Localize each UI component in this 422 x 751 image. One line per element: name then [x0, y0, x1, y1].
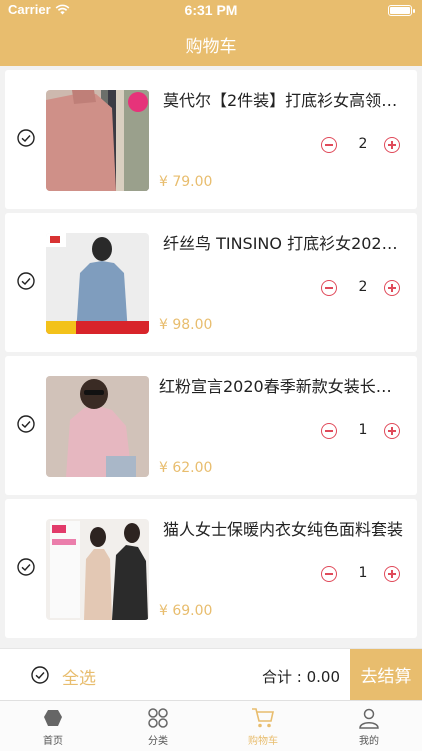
- increase-button[interactable]: [384, 423, 400, 439]
- cart-item: 莫代尔【2件装】打底衫女高领长袖 2 ¥ 79.00: [5, 70, 417, 209]
- product-image[interactable]: [46, 233, 149, 334]
- quantity-value: 2: [358, 279, 368, 295]
- increase-button[interactable]: [384, 280, 400, 296]
- product-name[interactable]: 猫人女士保暖内衣女纯色面料套装: [163, 519, 403, 541]
- select-all-check-icon[interactable]: [31, 666, 49, 684]
- decrease-button[interactable]: [321, 280, 337, 296]
- person-icon: [359, 708, 379, 729]
- cart-item: 纤丝鸟 TINSINO 打底衫女2020新款 2 ¥ 98.00: [5, 213, 417, 352]
- tab-label: 购物车: [248, 736, 278, 747]
- checkout-bar: 全选 合计 : 0.00 去结算: [0, 648, 422, 700]
- select-all-button[interactable]: 全选: [62, 664, 96, 689]
- status-bar: Carrier 6:31 PM: [0, 0, 422, 22]
- tab-home[interactable]: 首页: [13, 707, 93, 747]
- product-image[interactable]: [46, 90, 149, 191]
- quantity-stepper: 2: [321, 136, 401, 155]
- quantity-stepper: 1: [321, 422, 401, 441]
- tab-cart[interactable]: 购物车: [223, 707, 303, 747]
- item-check-icon[interactable]: [17, 558, 35, 576]
- tab-category[interactable]: 分类: [118, 707, 198, 747]
- product-name[interactable]: 莫代尔【2件装】打底衫女高领长袖: [163, 90, 403, 112]
- product-name[interactable]: 纤丝鸟 TINSINO 打底衫女2020新款: [163, 233, 403, 255]
- category-grid-icon: [148, 708, 168, 728]
- product-price: ¥ 62.00: [159, 460, 213, 476]
- product-name[interactable]: 红粉宣言2020春季新款女装长袖T恤: [159, 376, 399, 398]
- cart-item: 红粉宣言2020春季新款女装长袖T恤 1 ¥ 62.00: [5, 356, 417, 495]
- tab-profile[interactable]: 我的: [329, 707, 409, 747]
- quantity-value: 1: [358, 422, 368, 438]
- quantity-value: 2: [358, 136, 368, 152]
- checkout-button[interactable]: 去结算: [350, 649, 422, 700]
- quantity-value: 1: [358, 565, 368, 581]
- page-title: 购物车: [185, 37, 237, 57]
- quantity-stepper: 1: [321, 565, 401, 584]
- product-price: ¥ 79.00: [159, 174, 213, 190]
- tab-label: 首页: [43, 736, 63, 747]
- status-time: 6:31 PM: [184, 2, 238, 18]
- battery-icon: [388, 5, 415, 16]
- quantity-stepper: 2: [321, 279, 401, 298]
- decrease-button[interactable]: [321, 566, 337, 582]
- cart-item: 猫人女士保暖内衣女纯色面料套装 1 ¥ 69.00: [5, 499, 417, 638]
- total-amount: 合计 : 0.00: [262, 668, 340, 686]
- tab-label: 我的: [359, 736, 379, 747]
- tab-bar: 首页 分类 购物车 我的: [0, 700, 422, 751]
- product-image[interactable]: [46, 519, 149, 620]
- increase-button[interactable]: [384, 137, 400, 153]
- home-icon: [44, 710, 62, 726]
- item-check-icon[interactable]: [17, 415, 35, 433]
- app-header: Carrier 6:31 PM 购物车: [0, 0, 422, 66]
- decrease-button[interactable]: [321, 423, 337, 439]
- decrease-button[interactable]: [321, 137, 337, 153]
- increase-button[interactable]: [384, 566, 400, 582]
- cart-icon: [252, 708, 274, 728]
- product-price: ¥ 98.00: [159, 317, 213, 333]
- product-price: ¥ 69.00: [159, 603, 213, 619]
- product-image[interactable]: [46, 376, 149, 477]
- item-check-icon[interactable]: [17, 272, 35, 290]
- tab-label: 分类: [148, 736, 168, 747]
- item-check-icon[interactable]: [17, 129, 35, 147]
